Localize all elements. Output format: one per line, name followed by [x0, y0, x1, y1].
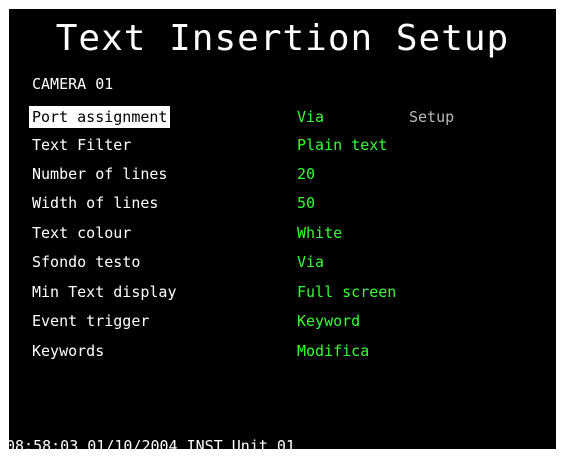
- text-filter-label: Text Filter: [32, 136, 132, 154]
- menu-row-event-trigger[interactable]: Event trigger Keyword: [9, 310, 556, 332]
- text-filter-value[interactable]: Plain text: [297, 134, 387, 156]
- menu-row-port-assignment[interactable]: Port assignment Via Setup: [9, 106, 556, 128]
- keywords-label: Keywords: [32, 342, 105, 360]
- event-trigger-value[interactable]: Keyword: [297, 310, 360, 332]
- number-of-lines-label: Number of lines: [32, 165, 168, 183]
- width-of-lines-label: Width of lines: [32, 194, 159, 212]
- event-trigger-label: Event trigger: [32, 312, 150, 330]
- menu-row-keywords[interactable]: Keywords Modifica: [9, 340, 556, 362]
- min-text-display-label: Min Text display: [32, 283, 177, 301]
- osd-screen: Text Insertion Setup CAMERA 01 Port assi…: [9, 9, 556, 449]
- menu-row-text-colour[interactable]: Text colour White: [9, 222, 556, 244]
- sfondo-testo-label: Sfondo testo: [32, 253, 141, 271]
- menu-row-sfondo-testo[interactable]: Sfondo testo Via: [9, 251, 556, 273]
- menu-row-text-filter[interactable]: Text Filter Plain text: [9, 134, 556, 156]
- min-text-display-value[interactable]: Full screen: [297, 281, 396, 303]
- sfondo-testo-value[interactable]: Via: [297, 251, 324, 273]
- number-of-lines-value[interactable]: 20: [297, 163, 315, 185]
- width-of-lines-value[interactable]: 50: [297, 192, 315, 214]
- port-assignment-setup-option[interactable]: Setup: [409, 106, 454, 128]
- menu-row-number-of-lines[interactable]: Number of lines 20: [9, 163, 556, 185]
- keywords-edit-value[interactable]: Modifica: [297, 340, 369, 362]
- port-assignment-value[interactable]: Via: [297, 106, 324, 128]
- text-colour-label: Text colour: [32, 224, 132, 242]
- menu-row-width-of-lines[interactable]: Width of lines 50: [9, 192, 556, 214]
- page-title: Text Insertion Setup: [55, 18, 510, 59]
- port-assignment-label[interactable]: Port assignment: [29, 106, 171, 128]
- camera-label: CAMERA 01: [32, 75, 114, 93]
- status-bar: 08:58:03 01/10/2004 INST Unit 01: [9, 437, 295, 449]
- text-colour-value[interactable]: White: [297, 222, 342, 244]
- menu-row-min-text-display[interactable]: Min Text display Full screen: [9, 281, 556, 303]
